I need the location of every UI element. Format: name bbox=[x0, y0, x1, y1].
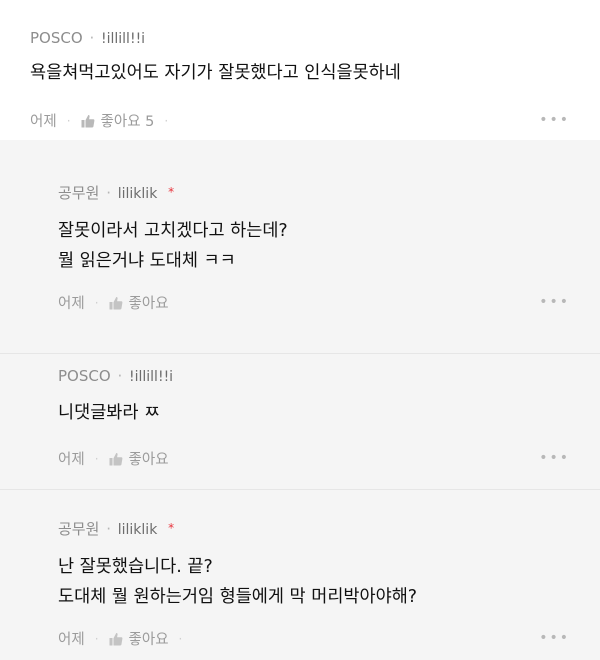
more-dots-icon[interactable]: ••• bbox=[539, 294, 570, 310]
like-button[interactable]: 좋아요 bbox=[109, 628, 169, 649]
comment-body: 잘못이라서 고치겠다고 하는데? 뭘 읽은거냐 도대체 ㅋㅋ bbox=[58, 216, 288, 276]
reply-item: POSCO · !illill!!i 니댓글봐라 ㅉ 어제 · 좋아요 ••• bbox=[0, 354, 600, 490]
more-dots-icon[interactable]: ••• bbox=[539, 112, 570, 128]
comment-time: 어제 bbox=[30, 114, 57, 130]
like-label: 좋아요 bbox=[128, 632, 169, 648]
flag-mark: * bbox=[168, 521, 175, 535]
author-name[interactable]: POSCO bbox=[30, 29, 83, 47]
comment-time: 어제 bbox=[58, 296, 85, 312]
thumbs-up-icon bbox=[81, 114, 94, 127]
author-name[interactable]: POSCO bbox=[58, 367, 111, 385]
comment-meta: 공무원 · liliklik * bbox=[58, 182, 174, 204]
flag-mark: * bbox=[168, 185, 175, 199]
like-label: 좋아요 5 bbox=[100, 114, 155, 130]
comment-line: 니댓글봐라 ㅉ bbox=[58, 403, 161, 423]
action-separator: · bbox=[94, 451, 99, 466]
action-separator: · bbox=[94, 295, 99, 310]
action-separator: · bbox=[66, 113, 71, 128]
comment-body: 욕을쳐먹고있어도 자기가 잘못했다고 인식을못하네 bbox=[30, 58, 401, 88]
thumbs-up-icon bbox=[109, 296, 122, 309]
comment-actions: 어제 · 좋아요 · bbox=[58, 628, 192, 649]
meta-separator: · bbox=[117, 367, 123, 385]
action-separator: · bbox=[178, 631, 183, 646]
like-label: 좋아요 bbox=[128, 296, 169, 312]
comment-actions: 어제 · 좋아요 bbox=[58, 448, 169, 469]
comment-body: 니댓글봐라 ㅉ bbox=[58, 398, 160, 428]
thumbs-up-icon bbox=[109, 632, 122, 645]
comment-line: 도대체 뭘 원하는거임 형들에게 막 머리박아야해? bbox=[58, 587, 418, 607]
reply-item: 공무원 · liliklik * 잘못이라서 고치겠다고 하는데? 뭘 읽은거냐… bbox=[0, 140, 600, 354]
comment-line: 잘못이라서 고치겠다고 하는데? bbox=[58, 221, 288, 241]
reply-item: 공무원 · liliklik * 난 잘못했습니다. 끝? 도대체 뭘 원하는거… bbox=[0, 490, 600, 660]
comment-item: POSCO · !illill!!i 욕을쳐먹고있어도 자기가 잘못했다고 인식… bbox=[0, 0, 600, 140]
comment-meta: POSCO · !illill!!i bbox=[30, 28, 145, 49]
comment-line: 난 잘못했습니다. 끝? bbox=[58, 557, 213, 577]
like-button[interactable]: 좋아요 5 bbox=[81, 110, 155, 131]
thumbs-up-icon bbox=[109, 452, 122, 465]
like-button[interactable]: 좋아요 bbox=[109, 448, 169, 469]
author-handle[interactable]: !illill!!i bbox=[129, 369, 173, 385]
comment-actions: 어제 · 좋아요 5 · bbox=[30, 110, 178, 131]
meta-separator: · bbox=[89, 29, 95, 47]
action-separator: · bbox=[164, 113, 169, 128]
comment-body: 난 잘못했습니다. 끝? 도대체 뭘 원하는거임 형들에게 막 머리박아야해? bbox=[58, 552, 417, 612]
comment-line: 뭘 읽은거냐 도대체 ㅋㅋ bbox=[58, 251, 236, 271]
author-handle[interactable]: !illill!!i bbox=[101, 31, 145, 47]
author-handle[interactable]: liliklik bbox=[118, 522, 158, 538]
comment-time: 어제 bbox=[58, 452, 85, 468]
comment-time: 어제 bbox=[58, 632, 85, 648]
meta-separator: · bbox=[106, 184, 111, 202]
meta-separator: · bbox=[106, 520, 111, 538]
like-label: 좋아요 bbox=[128, 452, 169, 468]
action-separator: · bbox=[94, 631, 99, 646]
comment-line: 욕을쳐먹고있어도 자기가 잘못했다고 인식을못하네 bbox=[30, 63, 401, 83]
author-name[interactable]: 공무원 bbox=[58, 184, 99, 202]
like-button[interactable]: 좋아요 bbox=[109, 292, 169, 313]
comment-meta: POSCO · !illill!!i bbox=[58, 366, 173, 387]
more-dots-icon[interactable]: ••• bbox=[539, 450, 570, 466]
comment-actions: 어제 · 좋아요 bbox=[58, 292, 169, 313]
comment-thread: POSCO · !illill!!i 욕을쳐먹고있어도 자기가 잘못했다고 인식… bbox=[0, 0, 600, 660]
author-handle[interactable]: liliklik bbox=[118, 186, 158, 202]
author-name[interactable]: 공무원 bbox=[58, 520, 99, 538]
comment-meta: 공무원 · liliklik * bbox=[58, 518, 174, 540]
more-dots-icon[interactable]: ••• bbox=[539, 630, 570, 646]
